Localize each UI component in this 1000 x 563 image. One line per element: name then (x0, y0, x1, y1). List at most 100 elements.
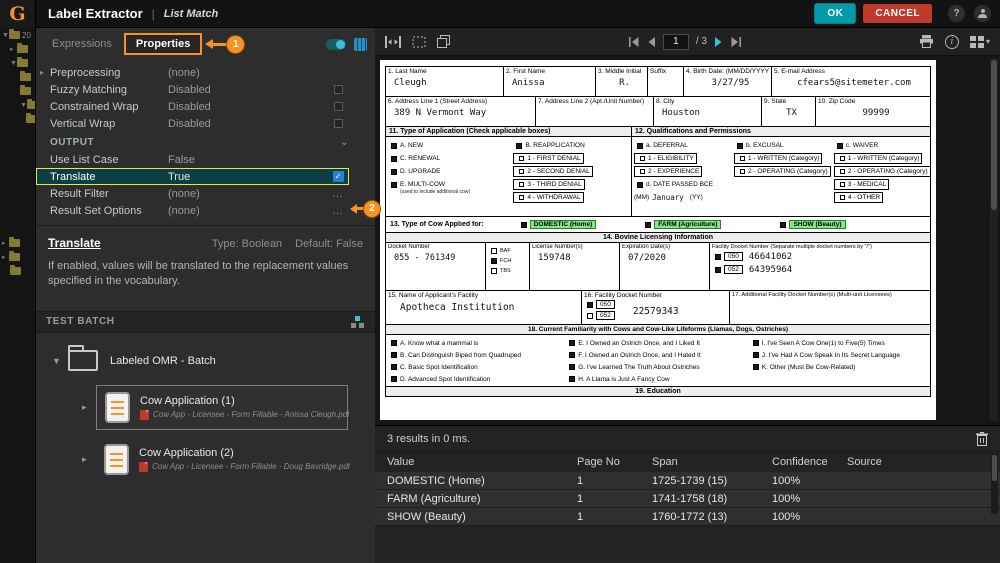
tree-node[interactable]: ▸ (0, 250, 35, 264)
tab-properties[interactable]: Properties (123, 33, 203, 55)
column-header[interactable]: Confidence (772, 456, 847, 468)
chevron-down-icon[interactable]: ⌄ (340, 137, 349, 148)
ok-button[interactable]: OK (815, 4, 856, 23)
form-option-label: 1 - WRITTEN (Category) (747, 155, 820, 162)
checkbox-icon[interactable] (333, 102, 343, 111)
print-icon[interactable] (919, 35, 934, 48)
expander-icon[interactable]: ▸ (10, 45, 17, 53)
marquee-select-icon[interactable] (412, 36, 426, 48)
property-row-preprocessing[interactable]: ▸ Preprocessing (none) (36, 64, 349, 81)
expander-icon[interactable]: ▼ (52, 356, 68, 366)
property-row-use-list-case[interactable]: Use List Case False (36, 151, 349, 168)
document-canvas[interactable]: 1. Last Name Cleugh 2. First Name Anissa 3… (375, 56, 1000, 425)
property-row-translate[interactable]: Translate True ✓ (36, 168, 349, 185)
tab-expressions[interactable]: Expressions (52, 38, 112, 50)
tree-node[interactable] (0, 84, 35, 98)
result-row[interactable]: SHOW (Beauty) 1 1760-1772 (13) 100% (375, 508, 1000, 526)
node-tree-strip[interactable]: ▼ 20 ▸ ▼ ▼ ▸ ▸ (0, 28, 36, 563)
form-field-label: License Number(s) (532, 244, 583, 250)
document-page[interactable]: 1. Last Name Cleugh 2. First Name Anissa 3… (380, 60, 936, 420)
test-batch-tree: ▼ Labeled OMR - Batch ▸ Cow Application … (36, 333, 375, 481)
form-option-label: H. A Llama is Just A Fancy Cow (578, 375, 670, 383)
expander-icon[interactable]: ▸ (82, 454, 96, 465)
checkbox-icon (736, 142, 743, 149)
title-separator: | (151, 6, 155, 21)
property-label: Translate (50, 170, 96, 183)
scrollbar-thumb[interactable] (991, 60, 997, 210)
form-option-label: 4 - WITHDRAWAL (527, 194, 581, 201)
form-section-header: 11. Type of Application (Check applicabl… (386, 127, 631, 137)
first-page-icon[interactable] (628, 36, 640, 47)
view-layout-icon[interactable]: ▾ (969, 35, 990, 48)
form-option-label: 1 - FIRST DENIAL (527, 155, 581, 162)
column-header[interactable]: Page No (577, 456, 652, 468)
batch-folder-row[interactable]: ▼ Labeled OMR - Batch (52, 345, 375, 377)
result-confidence: 100% (772, 510, 801, 523)
tree-node[interactable]: ▼ (0, 56, 35, 70)
vertical-scrollbar[interactable] (990, 58, 998, 421)
test-batch-label: TEST BATCH (46, 316, 115, 328)
document-item-selected[interactable]: Cow Application (1) Cow App - Licensee -… (96, 384, 349, 430)
form-field-value: 389 N Vermont Way (394, 108, 487, 118)
checkbox-icon (752, 340, 759, 346)
expander-icon[interactable]: ▼ (10, 60, 17, 67)
checkbox-icon[interactable] (333, 85, 343, 94)
expander-icon[interactable]: ▸ (2, 253, 9, 261)
help-icon[interactable]: ? (948, 5, 965, 22)
info-icon[interactable]: i (944, 34, 959, 49)
toggle-icon[interactable] (326, 38, 346, 50)
property-row-fuzzy-matching[interactable]: Fuzzy Matching Disabled (36, 81, 349, 98)
previous-page-icon[interactable] (647, 36, 656, 47)
help-title: Translate (48, 236, 101, 250)
grid-view-icon[interactable] (354, 37, 367, 51)
checkbox-icon (569, 340, 576, 346)
document-item[interactable]: Cow Application (2) Cow App - Licensee -… (96, 438, 358, 481)
tree-node[interactable] (0, 70, 35, 84)
property-row-result-filter[interactable]: Result Filter (none) … (36, 185, 349, 202)
cancel-button[interactable]: CANCEL (863, 4, 932, 23)
ellipsis-icon[interactable]: … (332, 188, 344, 199)
pages-stack-icon[interactable] (437, 35, 451, 48)
expander-icon[interactable]: ▸ (40, 68, 44, 77)
form-content: 1. Last Name Cleugh 2. First Name Anissa 3… (385, 66, 931, 397)
property-row-vertical-wrap[interactable]: Vertical Wrap Disabled (36, 115, 349, 132)
last-page-icon[interactable] (730, 36, 742, 47)
tree-node[interactable] (0, 264, 35, 278)
expander-icon[interactable]: ▸ (2, 239, 9, 247)
checkbox-icon (519, 169, 525, 174)
next-page-icon[interactable] (714, 36, 723, 47)
checked-checkbox-icon[interactable]: ✓ (332, 171, 344, 182)
checkbox-icon[interactable] (333, 119, 343, 128)
property-row-result-set-options[interactable]: Result Set Options (none) … (36, 202, 349, 219)
user-icon[interactable] (974, 5, 991, 22)
tree-node[interactable]: ▼ 20 (0, 28, 35, 42)
page-number-input[interactable]: 1 (662, 33, 689, 50)
fit-width-icon[interactable] (385, 35, 401, 48)
column-header[interactable]: Span (652, 456, 772, 468)
output-section-header[interactable]: OUTPUT ⌄ (36, 134, 375, 151)
expander-icon[interactable]: ▼ (20, 102, 27, 109)
result-value: DOMESTIC (Home) (387, 474, 485, 487)
result-row[interactable]: FARM (Agriculture) 1 1741-1758 (18) 100% (375, 490, 1000, 508)
tree-node[interactable]: ▸ (0, 42, 35, 56)
result-row[interactable]: DOMESTIC (Home) 1 1725-1739 (15) 100% (375, 472, 1000, 490)
tree-node[interactable] (0, 112, 35, 126)
expander-icon[interactable]: ▼ (2, 32, 9, 39)
callout-line (213, 42, 228, 46)
tree-node[interactable]: ▼ (0, 98, 35, 112)
folder-icon (10, 265, 21, 275)
trash-icon[interactable] (976, 431, 988, 446)
results-scrollbar[interactable] (991, 454, 998, 514)
property-row-constrained-wrap[interactable]: Constrained Wrap Disabled (36, 98, 349, 115)
tree-node[interactable]: ▸ (0, 236, 35, 250)
column-header[interactable]: Source (847, 456, 988, 468)
ellipsis-icon[interactable]: … (332, 205, 344, 216)
app-logo-icon: G (0, 0, 36, 28)
batch-hierarchy-icon[interactable] (351, 315, 365, 328)
form-field-value: TX (786, 108, 797, 118)
document-row: ▸ Cow Application (1) Cow App - Licensee… (82, 384, 375, 430)
form-field-value: 46641062 (748, 251, 793, 262)
result-confidence: 100% (772, 474, 801, 487)
expander-icon[interactable]: ▸ (82, 402, 96, 413)
column-header[interactable]: Value (387, 456, 577, 468)
